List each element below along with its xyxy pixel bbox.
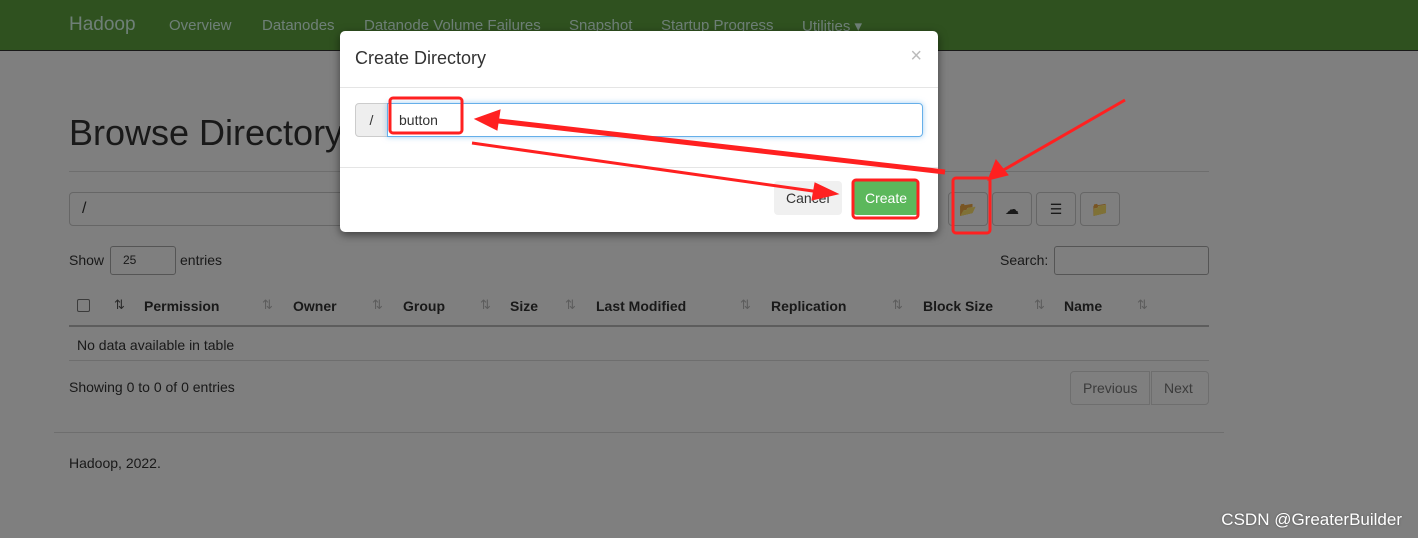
annotation-box-input [388,96,464,135]
annotation-overlay [388,96,1126,235]
annotation-arrow [999,98,1126,174]
watermark: CSDN @GreaterBuilder [1221,510,1402,529]
annotation-box-create [851,178,920,220]
annotation-arrowhead [811,182,840,201]
annotation-arrow [489,117,946,175]
annotation-box-folder [951,176,992,235]
annotation-arrowhead [473,109,501,131]
